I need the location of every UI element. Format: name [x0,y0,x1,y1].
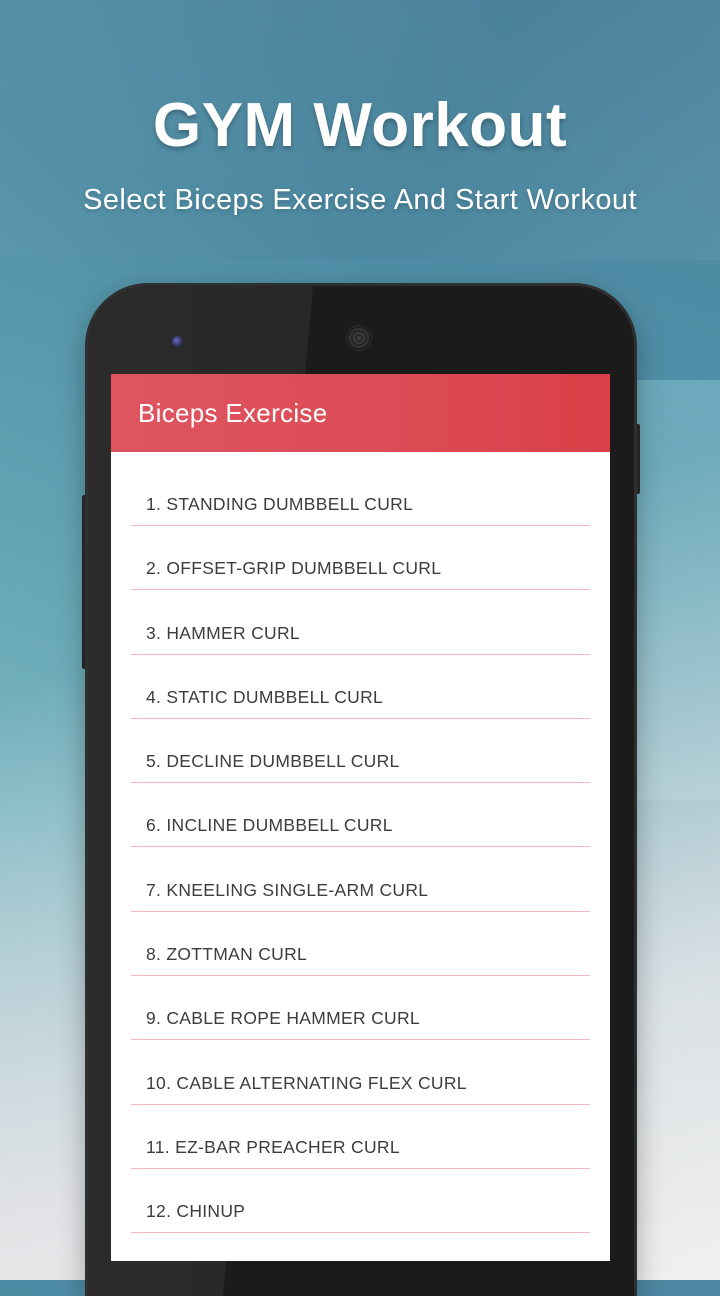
promo-subtitle: Select Biceps Exercise And Start Workout [83,184,637,216]
promo-title: GYM Workout [152,91,568,160]
exercise-label: 4. STATIC DUMBBELL CURL [146,686,384,707]
exercise-item[interactable]: 11. EZ-BAR PREACHER CURL [131,1105,590,1169]
front-camera-icon [172,336,183,347]
app-screen: Biceps Exercise 1. STANDING DUMBBELL CUR… [111,374,610,1261]
exercise-label: 5. DECLINE DUMBBELL CURL [146,751,400,772]
toolbar-title: Biceps Exercise [138,397,328,428]
exercise-item[interactable]: 3. HAMMER CURL [131,590,590,655]
exercise-item[interactable]: 10. CABLE ALTERNATING FLEX CURL [131,1040,590,1105]
exercise-item[interactable]: 9. CABLE ROPE HAMMER CURL [131,976,590,1041]
phone-power-button [634,424,640,494]
exercise-label: 10. CABLE ALTERNATING FLEX CURL [146,1072,467,1093]
exercise-label: 9. CABLE ROPE HAMMER CURL [146,1008,420,1029]
exercise-item[interactable]: 1. STANDING DUMBBELL CURL [131,452,590,526]
exercise-label: 2. OFFSET-GRIP DUMBBELL CURL [146,558,442,579]
exercise-label: 1. STANDING DUMBBELL CURL [146,494,414,514]
exercise-label: 7. KNEELING SINGLE-ARM CURL [146,879,429,900]
exercise-item[interactable]: 6. INCLINE DUMBBELL CURL [131,783,590,848]
exercise-label: 3. HAMMER CURL [146,622,300,643]
exercise-item[interactable]: 7. KNEELING SINGLE-ARM CURL [131,847,590,912]
exercise-list: 1. STANDING DUMBBELL CURL 2. OFFSET-GRIP… [111,452,610,1234]
exercise-item[interactable]: 2. OFFSET-GRIP DUMBBELL CURL [131,526,590,591]
exercise-item[interactable]: 12. CHINUP [131,1169,590,1234]
exercise-label: 12. CHINUP [146,1201,246,1222]
exercise-label: 6. INCLINE DUMBBELL CURL [146,815,393,836]
exercise-item[interactable]: 5. DECLINE DUMBBELL CURL [131,719,590,784]
app-toolbar: Biceps Exercise [111,374,610,452]
earpiece-speaker-icon [347,326,371,350]
exercise-label: 11. EZ-BAR PREACHER CURL [146,1136,400,1157]
exercise-item[interactable]: 8. ZOTTMAN CURL [131,912,590,977]
exercise-label: 8. ZOTTMAN CURL [146,944,308,965]
exercise-item[interactable]: 4. STATIC DUMBBELL CURL [131,655,590,719]
